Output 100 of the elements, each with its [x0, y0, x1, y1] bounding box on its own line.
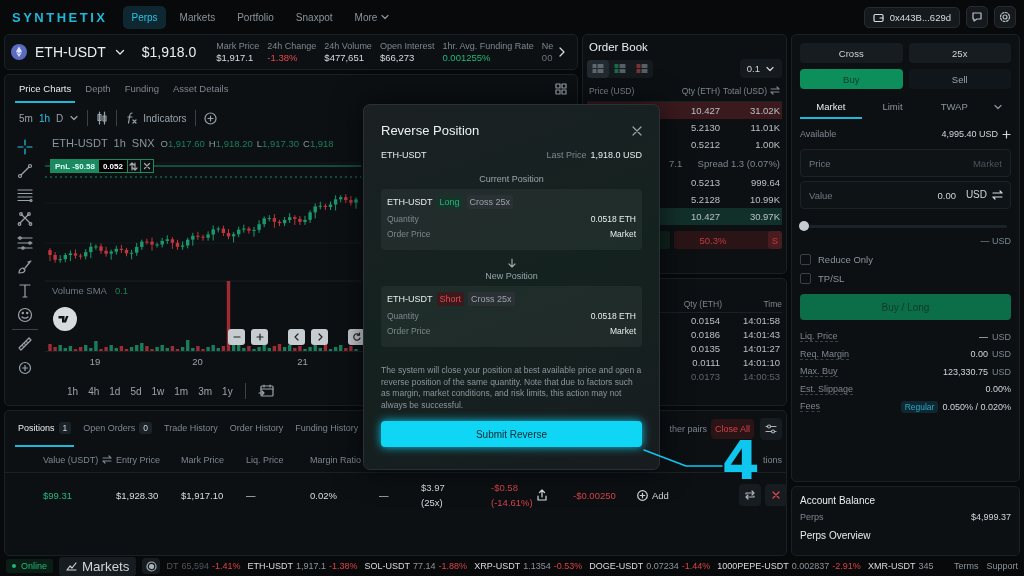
leverage-button[interactable]: 25x [908, 43, 1011, 63]
list-icon[interactable] [592, 63, 604, 74]
brush-icon[interactable] [17, 259, 33, 275]
ticker-toggle-button[interactable] [142, 558, 161, 574]
swap-icon[interactable] [744, 489, 756, 501]
nav-link[interactable]: Markets [171, 5, 224, 29]
chat-icon[interactable] [971, 11, 983, 23]
positions-tab[interactable]: Order History [226, 411, 287, 447]
range-button[interactable]: 1d [109, 385, 121, 397]
text-icon[interactable] [17, 283, 33, 299]
field-label: Value [809, 190, 833, 201]
positions-tab[interactable]: Open Orders 0 [80, 411, 156, 447]
close-button[interactable] [632, 125, 642, 136]
order-type-tab[interactable]: Market [800, 95, 862, 119]
share-icon[interactable] [536, 489, 548, 501]
pattern-icon[interactable] [17, 211, 33, 227]
nav-link[interactable]: Snaxpot [287, 5, 341, 29]
submit-reverse-button[interactable]: Submit Reverse [381, 421, 642, 447]
checkbox[interactable] [800, 254, 811, 265]
view-toggle[interactable] [587, 59, 609, 78]
positions-tab[interactable]: Funding History [292, 411, 362, 447]
interval-button[interactable]: 5m [19, 112, 33, 124]
tick-size-dropdown[interactable]: 0.1 [739, 59, 782, 78]
chart-tab[interactable]: Price Charts [15, 75, 76, 103]
section-title: Perps Overview [800, 530, 872, 541]
balance-value: $4,999.37 [970, 512, 1011, 522]
settings-button[interactable] [994, 6, 1016, 28]
list-icon[interactable] [636, 63, 648, 74]
stat-value: -1.38% [267, 52, 299, 63]
range-button[interactable]: 1w [151, 385, 165, 397]
range-button[interactable]: 1y [222, 385, 233, 397]
order-qty: 10.427 [689, 105, 720, 116]
ticker-symbol: ETH-USDT [247, 561, 293, 571]
add-circle-icon[interactable] [203, 111, 217, 125]
checkbox[interactable] [800, 273, 811, 284]
emoji-icon[interactable] [17, 307, 33, 323]
range-button[interactable]: 3m [198, 385, 213, 397]
chart-tab[interactable]: Depth [81, 75, 115, 103]
range-button[interactable]: 4h [88, 385, 100, 397]
wallet-icon[interactable] [872, 11, 884, 23]
column-header: Total (USD) [723, 86, 767, 96]
chart-tab[interactable]: Asset Details [168, 75, 233, 103]
grid-icon[interactable] [555, 83, 567, 95]
wallet-button[interactable]: 0x443B...629d [863, 6, 960, 28]
info-value: 0.00 [970, 349, 988, 360]
close-all-button[interactable]: Close All [711, 419, 754, 439]
chart-icon[interactable] [66, 561, 77, 571]
positions-tab[interactable]: Trade History [161, 411, 221, 447]
settings-icon[interactable] [999, 11, 1011, 23]
close-icon[interactable] [771, 490, 781, 500]
add-button[interactable]: Add [637, 489, 669, 501]
ticker-change: -1.38% [329, 561, 358, 571]
nav-link[interactable]: Perps [123, 5, 166, 29]
ruler-icon[interactable] [17, 336, 33, 352]
positions-tab[interactable]: Positions 1 [15, 411, 75, 447]
calendar-icon[interactable] [257, 384, 274, 398]
range-button[interactable]: 1h [67, 385, 79, 397]
interval-button[interactable]: 1h [38, 112, 51, 124]
field-value: 0.0518 ETH [590, 214, 636, 224]
reverse-button[interactable] [739, 484, 761, 506]
horizontal-lines-icon[interactable] [17, 187, 33, 203]
ohlc-value: 1,917.60 [167, 138, 205, 149]
range-button[interactable]: 5d [130, 385, 142, 397]
nav-menu[interactable]: More [346, 5, 399, 29]
add-circle-icon[interactable] [17, 360, 33, 376]
ticker-symbol: SOL-USDT [364, 561, 411, 571]
column-header: Liq. Price [246, 454, 284, 465]
footer-link[interactable]: Terms [953, 561, 979, 571]
nav-link[interactable]: Portfolio [229, 5, 282, 29]
settings-button[interactable] [760, 418, 782, 440]
market-selector[interactable]: ETH-USDT [35, 44, 126, 60]
margin-mode-button[interactable]: Cross [800, 43, 903, 63]
side-toggle[interactable]: Sell [908, 69, 1011, 89]
list-icon[interactable] [614, 63, 626, 74]
add-circle-icon[interactable] [637, 489, 648, 501]
chat-button[interactable] [966, 6, 988, 28]
slider-thumb[interactable] [799, 221, 809, 231]
order-type-tab[interactable]: Limit [861, 95, 924, 119]
logo-icon[interactable] [53, 307, 77, 331]
next-button[interactable] [557, 46, 566, 58]
chart-tab[interactable]: Funding [120, 75, 163, 103]
ticker-price: 65,594 [181, 561, 209, 571]
ticker-price: 0.07234 [646, 561, 679, 571]
trend-line-icon[interactable] [17, 163, 33, 179]
crosshair-icon[interactable] [17, 139, 33, 155]
order-type-tab[interactable]: TWAP [923, 95, 985, 119]
markets-button[interactable]: Markets [59, 556, 137, 576]
record-icon[interactable] [145, 560, 157, 572]
indicators-button[interactable]: Indicators [125, 111, 187, 125]
sliders-icon[interactable] [765, 423, 777, 435]
interval-button[interactable]: D [56, 112, 64, 124]
footer-link[interactable]: Support [986, 561, 1018, 571]
column-header: tions [763, 454, 782, 465]
candlestick-icon[interactable] [96, 111, 109, 125]
ticker-price: 1,917.1 [296, 561, 326, 571]
trade-time: 14:01:10 [742, 356, 780, 368]
range-button[interactable]: 1m [174, 385, 189, 397]
info-label: Max. Buy [800, 366, 838, 378]
fib-lines-icon[interactable] [17, 235, 33, 251]
caret-icon[interactable] [69, 113, 80, 123]
